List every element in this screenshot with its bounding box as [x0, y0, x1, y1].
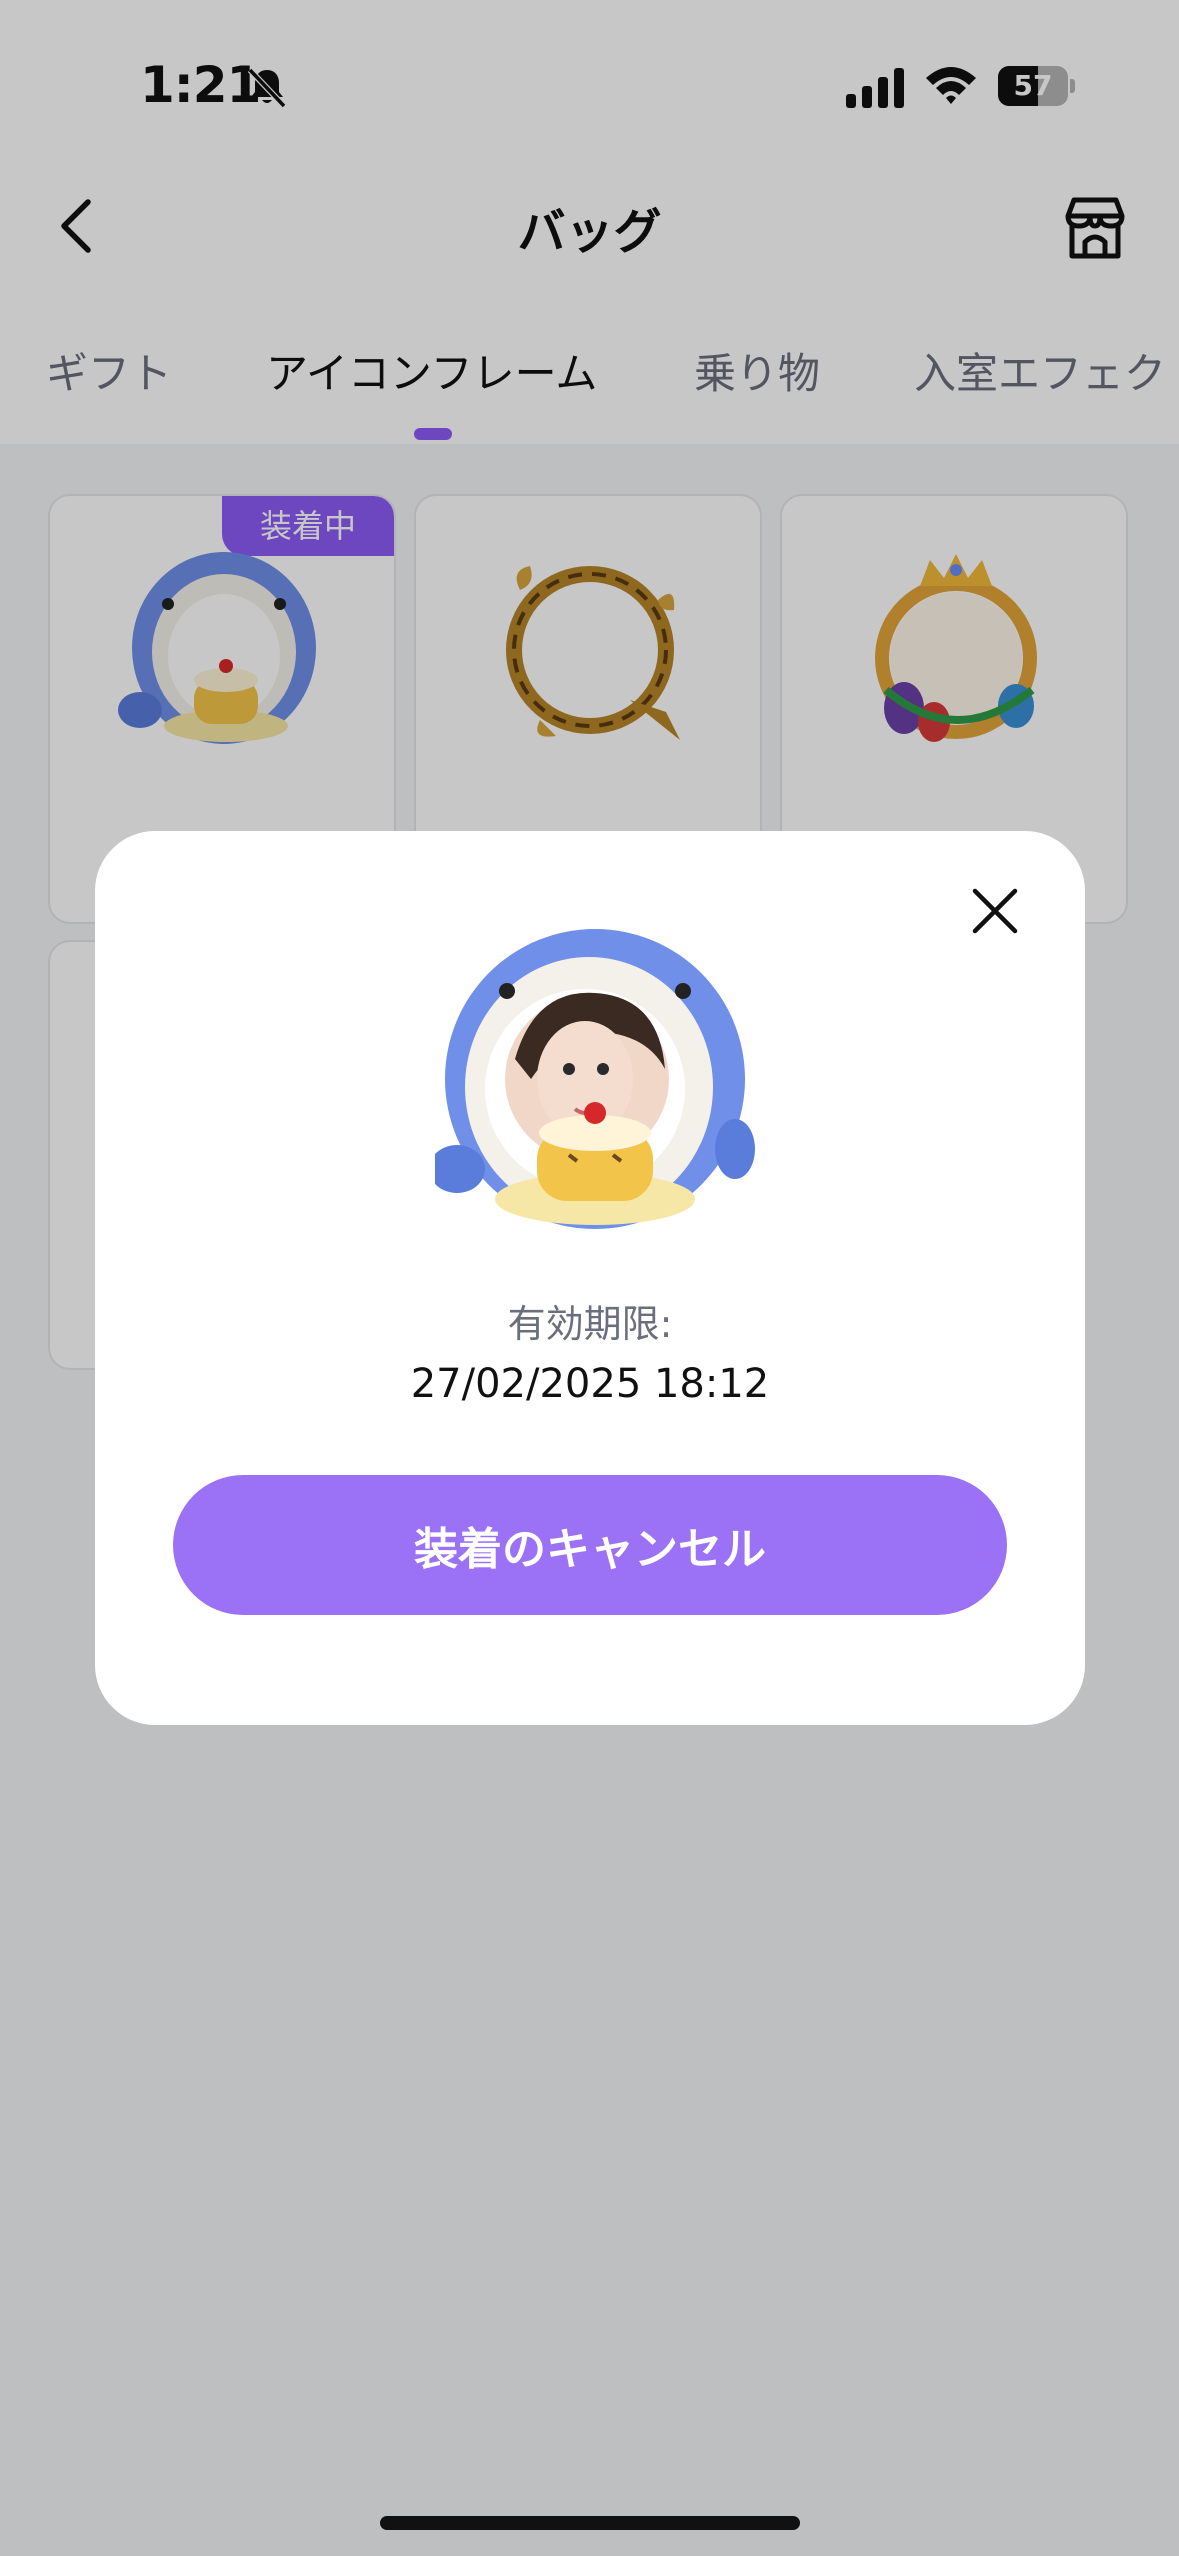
item-detail-modal: 有効期限: 27/02/2025 18:12 装着のキャンセル: [95, 831, 1085, 1725]
cancel-equip-button[interactable]: 装着のキャンセル: [173, 1475, 1007, 1615]
close-icon[interactable]: [967, 883, 1023, 939]
expiry-date: 27/02/2025 18:12: [410, 1361, 770, 1407]
expiry-label: 有効期限:: [507, 1302, 673, 1346]
avatar-frame-preview: [435, 929, 755, 1229]
home-indicator[interactable]: [380, 2516, 800, 2530]
